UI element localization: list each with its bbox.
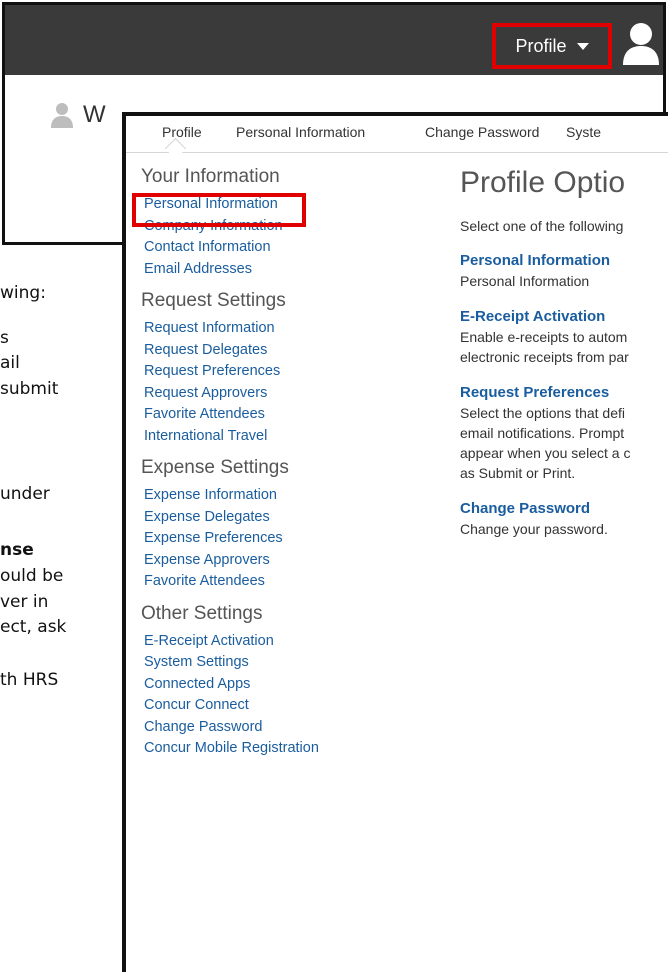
doc-text: ould be (0, 566, 64, 586)
top-nav-bar: Profile (5, 5, 663, 75)
option-personal-information: Personal Information Personal Informatio… (460, 252, 668, 291)
option-e-receipt-activation: E-Receipt Activation Enable e-receipts t… (460, 308, 668, 367)
doc-text: ver in (0, 592, 49, 612)
profile-menu-button[interactable]: Profile (492, 23, 612, 69)
doc-text: nse (0, 540, 34, 560)
user-name: W (83, 101, 106, 128)
option-title-link[interactable]: Change Password (460, 500, 668, 517)
tab-bar: Profile Personal Information Change Pass… (126, 116, 668, 160)
option-change-password: Change Password Change your password. (460, 500, 668, 539)
sidebar-item-change-password[interactable]: Change Password (144, 717, 364, 739)
user-name-row: W (51, 101, 106, 129)
sidebar-item-expense-information[interactable]: Expense Information (144, 485, 364, 507)
user-icon (51, 103, 73, 128)
option-description: Select the options that defi (460, 405, 625, 421)
sidebar-item-expense-favorite-attendees[interactable]: Favorite Attendees (144, 571, 364, 593)
active-tab-pointer (164, 137, 187, 160)
section-heading: Expense Settings (141, 457, 289, 478)
sidebar-item-international-travel[interactable]: International Travel (144, 426, 364, 448)
sidebar-item-request-delegates[interactable]: Request Delegates (144, 340, 364, 362)
profile-menu-label: Profile (515, 35, 567, 56)
sidebar-item-concur-connect[interactable]: Concur Connect (144, 695, 364, 717)
option-description: Change your password. (460, 521, 608, 537)
doc-text: under (0, 484, 50, 504)
sidebar-item-expense-approvers[interactable]: Expense Approvers (144, 550, 364, 572)
sidebar-item-personal-information[interactable]: Personal Information (144, 194, 364, 216)
sidebar-item-concur-mobile-registration[interactable]: Concur Mobile Registration (144, 738, 364, 760)
section-heading: Other Settings (141, 602, 263, 624)
option-title-link[interactable]: Request Preferences (460, 384, 668, 401)
doc-text: submit (0, 379, 59, 399)
sidebar-item-request-information[interactable]: Request Information (144, 318, 364, 340)
section-heading: Your Information (141, 166, 280, 187)
section-heading: Request Settings (141, 290, 286, 311)
tab-change-password[interactable]: Change Password (425, 124, 539, 140)
intro-text: Select one of the following (460, 218, 624, 234)
profile-options-main: Profile Optio Select one of the followin… (460, 166, 668, 556)
user-avatar-icon[interactable] (621, 21, 661, 65)
sidebar-item-e-receipt-activation[interactable]: E-Receipt Activation (144, 631, 364, 653)
profile-options-screenshot: Profile Personal Information Change Pass… (122, 112, 668, 972)
sidebar-item-email-addresses[interactable]: Email Addresses (144, 259, 364, 281)
tab-personal-information[interactable]: Personal Information (236, 124, 365, 140)
section-expense-settings: Expense Settings Expense Information Exp… (141, 457, 364, 593)
option-description: as Submit or Print. (460, 465, 576, 481)
section-other-settings: Other Settings E-Receipt Activation Syst… (141, 602, 364, 760)
sidebar-item-request-preferences[interactable]: Request Preferences (144, 361, 364, 383)
doc-text: ail (0, 353, 20, 373)
option-description: Personal Information (460, 273, 590, 289)
option-title-link[interactable]: E-Receipt Activation (460, 308, 668, 325)
tab-system-settings[interactable]: Syste (566, 124, 601, 140)
option-description: appear when you select a c (460, 445, 631, 461)
sidebar-item-system-settings[interactable]: System Settings (144, 652, 364, 674)
sidebar-item-contact-information[interactable]: Contact Information (144, 237, 364, 259)
option-description: email notifications. Prompt (460, 425, 625, 441)
sidebar-item-expense-preferences[interactable]: Expense Preferences (144, 528, 364, 550)
doc-text: s (0, 328, 9, 348)
page-title: Profile Optio (460, 166, 626, 199)
doc-text: ect, ask (0, 617, 67, 637)
sidebar-item-connected-apps[interactable]: Connected Apps (144, 674, 364, 696)
sidebar-item-favorite-attendees[interactable]: Favorite Attendees (144, 404, 364, 426)
tab-profile[interactable]: Profile (162, 124, 202, 140)
sidebar-item-expense-delegates[interactable]: Expense Delegates (144, 507, 364, 529)
sidebar-item-company-information[interactable]: Company Information (144, 216, 364, 238)
sidebar-item-request-approvers[interactable]: Request Approvers (144, 383, 364, 405)
doc-text: wing: (0, 283, 46, 303)
settings-sidebar: Your Information Personal Information Co… (132, 166, 364, 770)
caret-down-icon (576, 42, 589, 50)
section-your-information: Your Information Personal Information Co… (132, 166, 364, 281)
doc-text: th HRS (0, 670, 59, 690)
section-request-settings: Request Settings Request Information Req… (141, 290, 364, 448)
option-description: electronic receipts from par (460, 349, 629, 365)
option-description: Enable e-receipts to autom (460, 329, 628, 345)
option-request-preferences: Request Preferences Select the options t… (460, 384, 668, 483)
option-title-link[interactable]: Personal Information (460, 252, 668, 269)
